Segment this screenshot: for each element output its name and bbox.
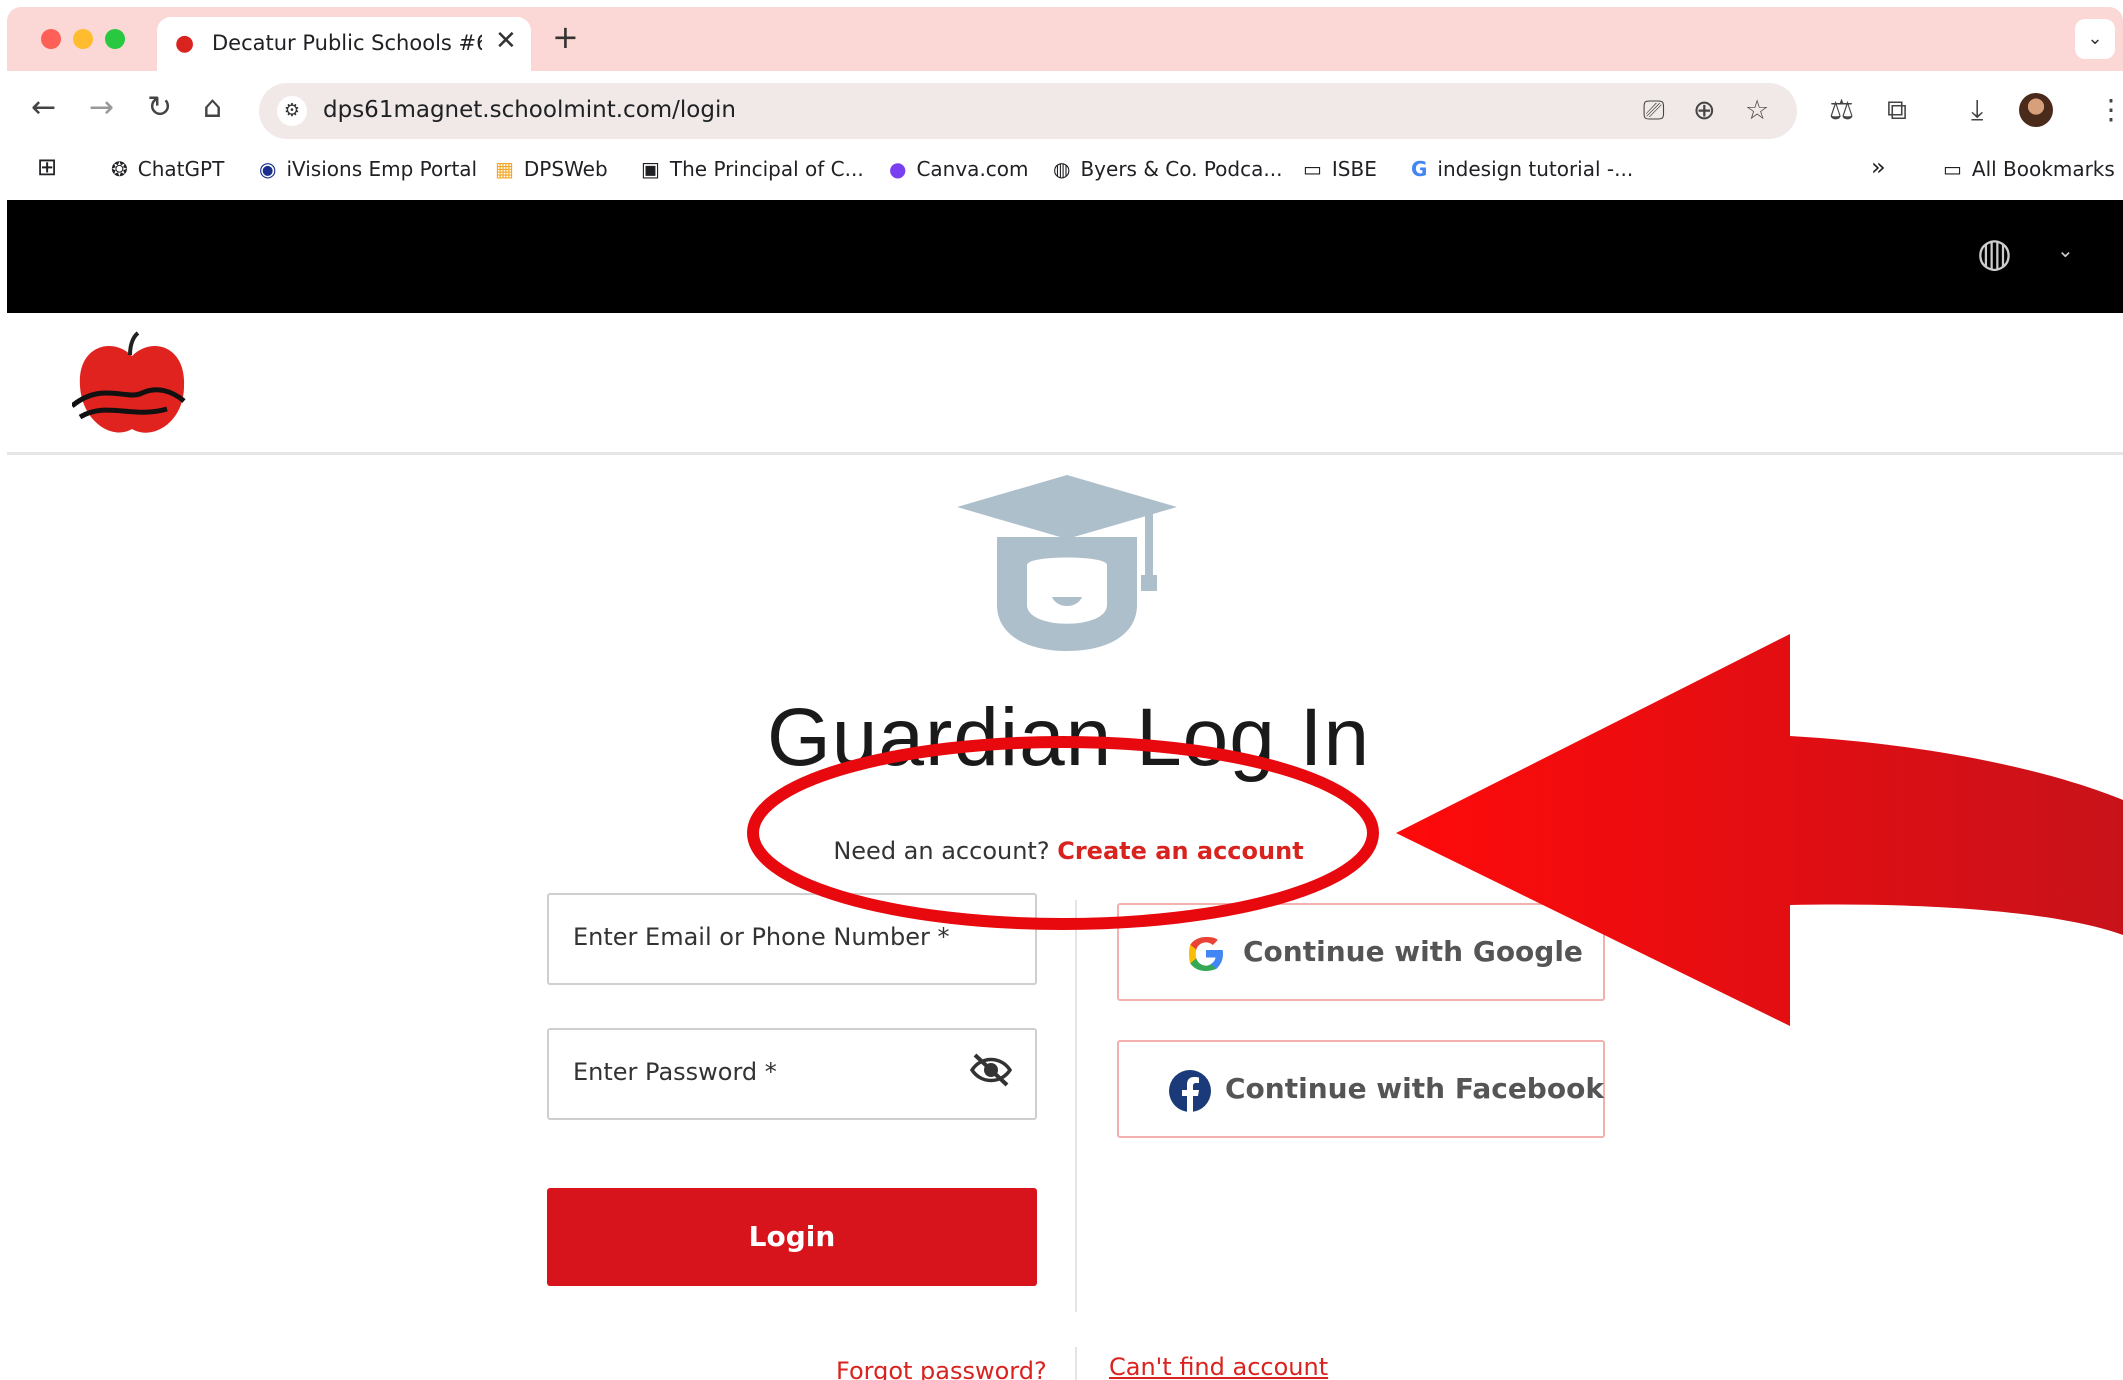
- cant-find-account-link[interactable]: Can't find account: [1109, 1353, 1328, 1380]
- bookmarks-bar: ⊞ ❂ ChatGPT ◉ iVisions Emp Portal ▦ DPSWeb …: [7, 139, 2123, 207]
- principal-icon: ▣: [641, 157, 660, 181]
- bookmark-indesign[interactable]: Gindesign tutorial -...: [1411, 157, 1633, 181]
- apple-favicon-icon: ●: [175, 31, 195, 56]
- forward-arrow-icon[interactable]: →: [89, 91, 114, 125]
- login-button[interactable]: Login: [547, 1188, 1037, 1286]
- reload-icon[interactable]: ↻: [147, 91, 172, 125]
- facebook-icon: [1169, 1070, 1211, 1112]
- active-tab[interactable]: ● Decatur Public Schools #61 | ✕: [157, 17, 531, 71]
- new-tab-button[interactable]: +: [552, 21, 579, 53]
- folder-icon: ▭: [1303, 157, 1322, 181]
- apps-grid-icon[interactable]: ⊞: [37, 153, 57, 181]
- dpsweb-icon: ▦: [495, 157, 514, 181]
- facebook-label: Continue with Facebook: [1225, 1072, 1604, 1105]
- canva-icon: ●: [889, 157, 907, 181]
- ivisions-icon: ◉: [259, 157, 277, 181]
- puzzle-extensions-icon[interactable]: ⧉: [1887, 93, 1907, 127]
- password-field[interactable]: Enter Password *: [547, 1028, 1037, 1120]
- folder-icon: ▭: [1943, 157, 1962, 181]
- divider: [1075, 1347, 1077, 1380]
- profile-avatar[interactable]: [2019, 93, 2053, 127]
- site-header-bar: ◍ ⌄: [7, 200, 2123, 313]
- password-placeholder: Enter Password *: [573, 1058, 777, 1086]
- logo-bar: [7, 313, 2123, 455]
- email-placeholder: Enter Email or Phone Number *: [573, 923, 950, 951]
- google-label: Continue with Google: [1243, 935, 1583, 968]
- google-icon: [1189, 937, 1223, 971]
- eye-off-icon[interactable]: [969, 1052, 1013, 1088]
- chevron-down-icon[interactable]: ⌄: [2057, 238, 2074, 262]
- bookmark-star-icon[interactable]: ☆: [1745, 95, 1769, 126]
- graduation-cap-icon: [957, 475, 1177, 651]
- need-account-text: Need an account? Create an account: [833, 837, 1304, 865]
- address-bar[interactable]: ⚙ dps61magnet.schoolmint.com/login ⎚ ⊕ ☆: [259, 83, 1797, 139]
- apple-logo-icon[interactable]: [72, 331, 192, 441]
- bookmark-canva[interactable]: ● Canva.com: [889, 157, 1029, 181]
- globe-icon: ◍: [1053, 157, 1071, 181]
- chatgpt-icon: ❂: [111, 157, 128, 181]
- tab-close-icon[interactable]: ✕: [495, 26, 517, 56]
- download-icon[interactable]: ⤓: [1971, 93, 1983, 127]
- install-app-icon[interactable]: ⎚: [1643, 95, 1665, 127]
- bookmark-ivisions[interactable]: ◉ iVisions Emp Portal: [259, 157, 477, 181]
- bookmark-dpsweb[interactable]: ▦ DPSWeb: [495, 157, 608, 181]
- back-arrow-icon[interactable]: ←: [31, 91, 56, 125]
- extension-icon[interactable]: ⚖: [1829, 93, 1854, 126]
- maximize-window-button[interactable]: [105, 29, 125, 49]
- bookmark-principal[interactable]: ▣ The Principal of C...: [641, 157, 864, 181]
- home-icon[interactable]: ⌂: [203, 91, 222, 125]
- url-text[interactable]: dps61magnet.schoolmint.com/login: [323, 97, 736, 123]
- bookmark-byers[interactable]: ◍ Byers & Co. Podca...: [1053, 157, 1282, 181]
- facebook-login-button[interactable]: Continue with Facebook: [1117, 1040, 1605, 1138]
- page-title: Guardian Log In: [766, 692, 1371, 783]
- google-icon: G: [1411, 157, 1428, 181]
- tab-strip: ● Decatur Public Schools #61 | ✕ + ⌄: [7, 7, 2123, 71]
- bookmark-chatgpt[interactable]: ❂ ChatGPT: [111, 157, 224, 181]
- site-settings-icon[interactable]: ⚙: [277, 96, 307, 126]
- more-menu-icon[interactable]: ⋮: [2097, 93, 2123, 126]
- google-login-button[interactable]: Continue with Google: [1117, 903, 1605, 1001]
- bookmark-isbe[interactable]: ▭ ISBE: [1303, 157, 1377, 181]
- email-field[interactable]: Enter Email or Phone Number *: [547, 893, 1037, 985]
- minimize-window-button[interactable]: [73, 29, 93, 49]
- close-window-button[interactable]: [41, 29, 61, 49]
- browser-window: ● Decatur Public Schools #61 | ✕ + ⌄ ← →…: [7, 7, 2123, 1380]
- more-bookmarks-icon[interactable]: »: [1871, 153, 1886, 181]
- tab-search-chevron-icon[interactable]: ⌄: [2075, 19, 2115, 59]
- tab-title: Decatur Public Schools #61 |: [212, 31, 482, 55]
- all-bookmarks[interactable]: ▭ All Bookmarks: [1943, 157, 2115, 181]
- forgot-password-link[interactable]: Forgot password?: [836, 1357, 1047, 1380]
- divider: [1075, 900, 1077, 1312]
- zoom-icon[interactable]: ⊕: [1693, 95, 1716, 126]
- create-account-link[interactable]: Create an account: [1057, 837, 1303, 865]
- language-globe-icon[interactable]: ◍: [1977, 230, 2012, 276]
